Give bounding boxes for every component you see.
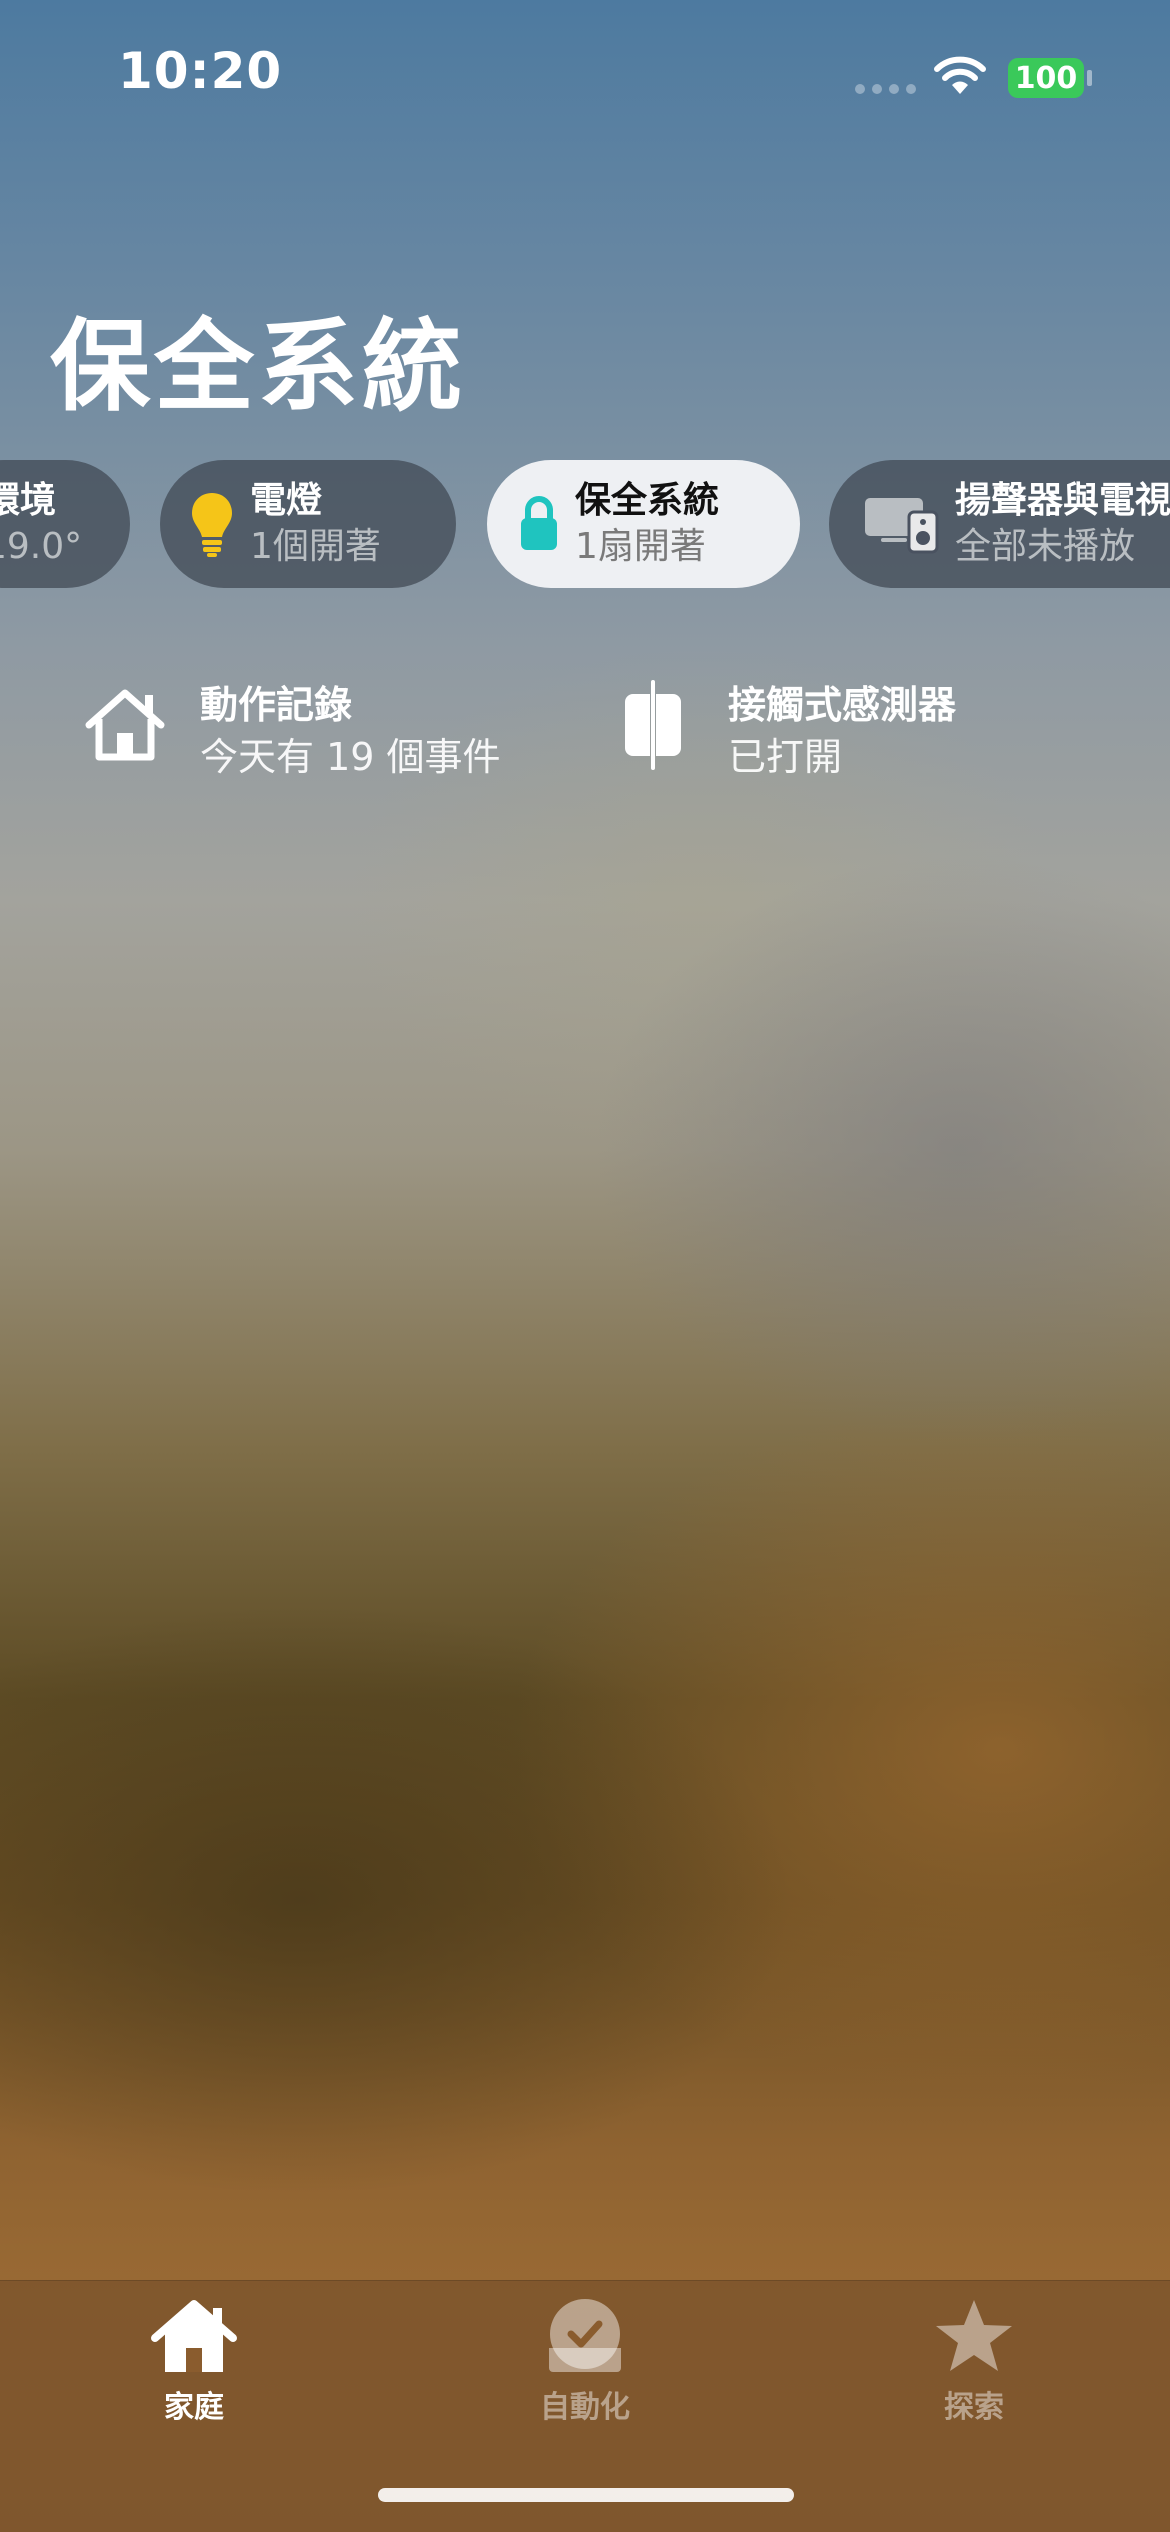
tab-discover[interactable]: 探索 (864, 2298, 1084, 2426)
tile-contact-title: 接觸式感測器 (728, 683, 957, 727)
tile-contact-sensor[interactable]: 接觸式感測器 已打開 (608, 680, 956, 784)
tab-automation-label: 自動化 (540, 2390, 630, 2425)
lightbulb-icon (190, 491, 234, 557)
chip-climate-title: 環境 (0, 480, 57, 521)
star-icon (933, 2298, 1015, 2378)
page-title: 保全系統 (50, 308, 466, 425)
tab-discover-label: 探索 (944, 2390, 1004, 2425)
chip-speakers-subtitle: 全部未播放 (955, 526, 1136, 567)
tile-activity-title: 動作記錄 (200, 683, 353, 727)
tab-home-label: 家庭 (164, 2390, 224, 2425)
status-time: 10:20 (118, 42, 283, 100)
chip-security-title: 保全系統 (575, 480, 720, 521)
chip-climate[interactable]: 環境 19.0° (0, 460, 130, 588)
tile-activity-subtitle: 今天有 19 個事件 (200, 735, 501, 779)
lock-icon (519, 496, 559, 552)
contact-sensor-icon (608, 680, 698, 770)
chip-security-subtitle: 1扇開著 (575, 526, 706, 567)
chip-lights[interactable]: 電燈 1個開著 (160, 460, 456, 588)
chip-security[interactable]: 保全系統 1扇開著 (487, 460, 800, 588)
chip-lights-title: 電燈 (250, 480, 323, 521)
tab-automation[interactable]: 自動化 (475, 2298, 695, 2426)
speaker-tv-icon (863, 494, 939, 554)
house-fill-icon (149, 2298, 239, 2378)
chip-speakers-title: 揚聲器與電視 (955, 480, 1170, 521)
chip-climate-subtitle: 19.0° (0, 526, 83, 567)
chip-speakers-tv[interactable]: 揚聲器與電視 全部未播放 (829, 460, 1170, 588)
battery-indicator: 100 (1008, 58, 1084, 98)
tile-contact-subtitle: 已打開 (728, 735, 843, 779)
wifi-icon (934, 56, 986, 94)
home-app-screen: 10:20 100 保全系統 環境 19.0° 電燈 1個開著 (0, 0, 1170, 2532)
house-outline-icon (80, 680, 170, 770)
home-indicator[interactable] (378, 2488, 794, 2502)
battery-cap (1087, 70, 1092, 86)
tile-activity-history[interactable]: 動作記錄 今天有 19 個事件 (80, 680, 501, 784)
cellular-signal-icon (855, 84, 916, 94)
tab-home[interactable]: 家庭 (84, 2298, 304, 2426)
clock-check-icon (547, 2298, 623, 2378)
chip-lights-subtitle: 1個開著 (250, 526, 381, 567)
